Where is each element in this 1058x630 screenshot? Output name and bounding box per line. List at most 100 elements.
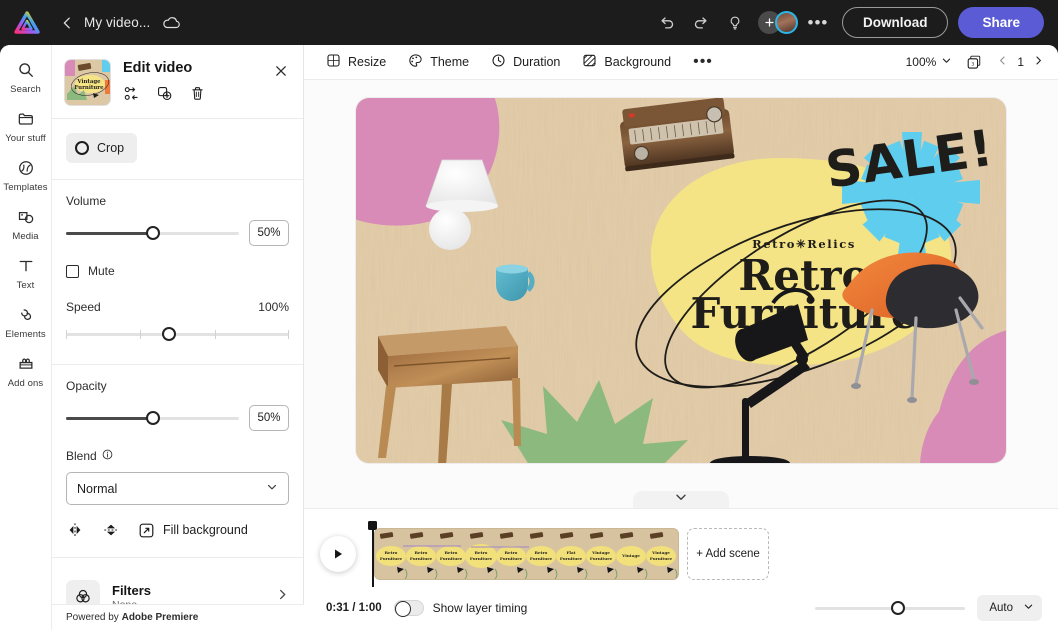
timeline-zoom-slider[interactable] (815, 600, 966, 616)
page-title: Edit video (123, 60, 193, 76)
slider-knob[interactable] (145, 411, 160, 425)
timeline-collapse-button[interactable] (633, 491, 729, 508)
resize-button[interactable]: Resize (326, 53, 386, 71)
speed-slider-row (66, 326, 289, 342)
artboard[interactable]: SALE! Retro✳Relics Retro Furniture (356, 98, 1006, 463)
adobe-express-logo-icon[interactable] (12, 9, 42, 37)
theme-label: Theme (430, 55, 470, 69)
close-icon[interactable] (271, 61, 291, 81)
slider-knob[interactable] (890, 601, 905, 615)
redo-icon[interactable] (686, 8, 716, 38)
timeline-clip[interactable]: Retro Furniture Retro Furniture Retro Fu… (374, 528, 679, 580)
show-layer-timing-toggle[interactable] (393, 600, 424, 617)
crop-button[interactable]: Crop (66, 133, 138, 163)
speed-section: Speed 100% (52, 278, 303, 342)
sidebar-item-search[interactable]: Search (0, 59, 52, 95)
svg-text:Vintage: Vintage (651, 550, 670, 555)
text-icon (17, 255, 35, 277)
duplicate-icon[interactable] (156, 85, 173, 102)
timeline-fit-select[interactable]: Auto (977, 595, 1042, 621)
volume-label: Volume (66, 194, 107, 208)
sidebar-item-templates[interactable]: Templates (0, 157, 52, 193)
theme-button[interactable]: Theme (408, 53, 469, 71)
elements-icon (17, 304, 35, 326)
sidebar-item-text[interactable]: Text (0, 255, 52, 291)
opacity-slider[interactable] (66, 410, 239, 426)
info-icon[interactable] (102, 449, 113, 460)
duration-button[interactable]: Duration (491, 53, 560, 71)
slider-knob[interactable] (145, 226, 160, 240)
sidebar-item-label: Templates (3, 182, 48, 193)
svg-text:Retro: Retro (385, 550, 398, 555)
svg-text:Vintage: Vintage (621, 553, 640, 558)
resize-icon (326, 53, 341, 71)
page-prev-button[interactable] (997, 55, 1008, 69)
volume-value-input[interactable]: 50% (249, 220, 289, 246)
back-button[interactable] (54, 10, 80, 36)
add-scene-button[interactable]: + Add scene (687, 528, 769, 580)
powered-by-brand: Adobe Premiere (121, 612, 199, 623)
canvas-more-options-icon[interactable]: ••• (693, 53, 713, 71)
volume-label-row: Volume (66, 194, 289, 208)
panel-actions (123, 85, 289, 102)
svg-text:Furniture: Furniture (470, 556, 493, 561)
canvas-area[interactable]: SALE! Retro✳Relics Retro Furniture (304, 80, 1058, 508)
sidebar-item-add-ons[interactable]: Add ons (0, 353, 52, 389)
blend-selected-value: Normal (77, 481, 118, 496)
speed-label: Speed (66, 300, 101, 314)
collaborators (757, 11, 798, 34)
replace-media-icon[interactable] (123, 85, 140, 102)
sidebar-item-elements[interactable]: Elements (0, 304, 52, 340)
svg-text:Retro: Retro (475, 550, 488, 555)
more-options-icon[interactable]: ••• (804, 9, 832, 37)
powered-by-text: Powered by Adobe Premiere (66, 612, 198, 623)
opacity-value-input[interactable]: 50% (249, 405, 289, 431)
speed-label-row: Speed 100% (66, 300, 289, 314)
crop-label: Crop (97, 141, 125, 155)
download-button[interactable]: Download (841, 7, 949, 38)
transform-tools: Fill background (66, 521, 289, 539)
blend-mode-select[interactable]: Normal (66, 472, 289, 505)
artboard-artwork: SALE! Retro✳Relics Retro Furniture (356, 98, 1006, 463)
background-icon (582, 53, 597, 71)
share-button[interactable]: Share (958, 7, 1044, 38)
templates-icon (17, 157, 35, 179)
slider-knob[interactable] (161, 327, 176, 341)
avatar[interactable] (774, 11, 798, 34)
panel-header: Vintage Furniture Edit video (52, 45, 303, 119)
panel-header-content: Edit video (123, 59, 289, 106)
zoom-control[interactable]: 100% (906, 55, 953, 69)
pages-icon[interactable]: 3 (966, 54, 983, 71)
sidebar-item-media[interactable]: Media (0, 206, 52, 242)
timeline-track-row: Retro Furniture Retro Furniture Retro Fu… (320, 509, 1042, 591)
page-next-button[interactable] (1033, 55, 1044, 69)
sidebar-item-your-stuff[interactable]: Your stuff (0, 108, 52, 144)
lightbulb-icon[interactable] (720, 8, 750, 38)
background-button[interactable]: Background (582, 53, 671, 71)
video-thumbnail[interactable]: Vintage Furniture (64, 59, 111, 106)
chevron-down-icon (1023, 601, 1034, 615)
headline-kicker: Retro✳Relics (752, 237, 856, 251)
flip-vertical-icon[interactable] (102, 521, 120, 539)
sidebar-item-label: Text (16, 280, 35, 291)
page-number: 1 (1017, 55, 1024, 69)
trash-icon[interactable] (189, 85, 206, 102)
speed-slider[interactable] (66, 326, 289, 342)
time-display: 0:31 / 1:00 (326, 602, 382, 614)
fill-background-button[interactable]: Fill background (138, 522, 248, 539)
document-title[interactable]: My video... (84, 15, 150, 30)
flip-horizontal-icon[interactable] (66, 521, 84, 539)
addons-icon (17, 353, 35, 375)
search-icon (17, 59, 35, 81)
mute-checkbox[interactable]: Mute (66, 264, 289, 278)
opacity-label-row: Opacity (66, 379, 289, 393)
undo-icon[interactable] (652, 8, 682, 38)
sidebar-item-label: Media (12, 231, 39, 242)
svg-text:Retro: Retro (535, 550, 548, 555)
timeline-scroll: Retro Furniture Retro Furniture Retro Fu… (368, 521, 769, 587)
sidebar-item-label: Your stuff (5, 133, 46, 144)
play-button[interactable] (320, 536, 356, 572)
volume-slider[interactable] (66, 225, 239, 241)
panel-footer: Powered by Adobe Premiere (52, 604, 304, 630)
volume-section: Volume 50% Mute (52, 180, 303, 278)
